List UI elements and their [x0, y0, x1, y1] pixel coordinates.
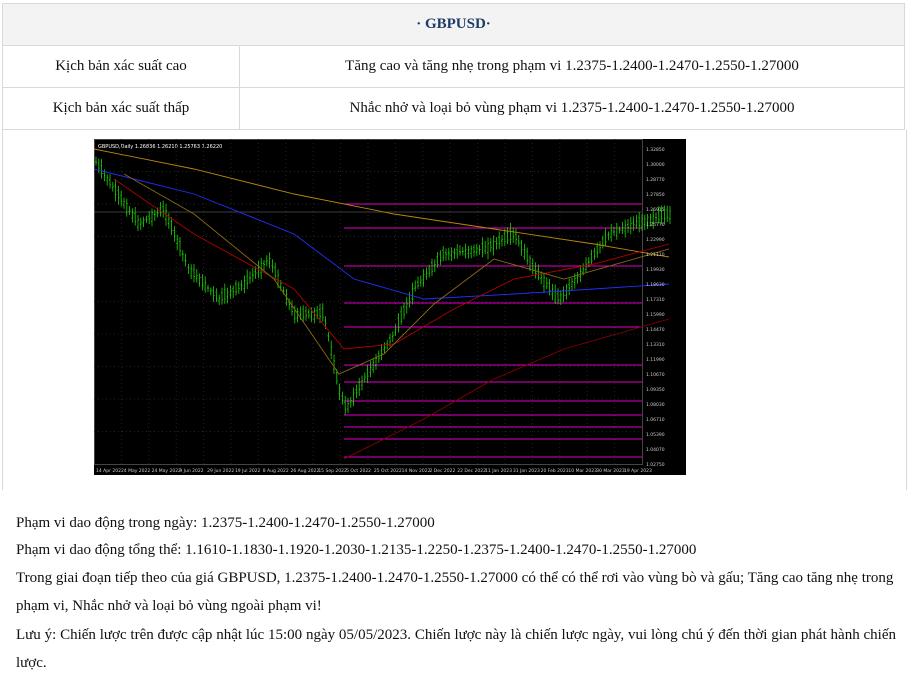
- price-axis-label: 1.18630: [646, 282, 665, 288]
- moving-average-medium: [94, 168, 670, 300]
- date-axis-label: 31 Jan 2023: [513, 468, 540, 474]
- price-axis-label: 1.25770: [646, 222, 665, 228]
- date-axis-label: 19 Apr 2023: [624, 468, 652, 474]
- price-chart: GBPUSD,Daily 1.26836 1.26210 1.25763 1.2…: [94, 139, 686, 475]
- date-axis-label: 4 May 2022: [124, 468, 151, 474]
- price-axis-label: 1.04070: [646, 447, 665, 453]
- date-axis-label: 11 Jan 2023: [485, 468, 512, 474]
- note-text: Lưu ý: Chiến lược trên được cập nhật lúc…: [16, 627, 896, 671]
- price-axis-label: 1.13310: [646, 342, 665, 348]
- price-axis-label: 1.14470: [646, 327, 665, 333]
- date-axis-label: 30 Mar 2023: [596, 468, 625, 474]
- date-axis-label: 26 Aug 2022: [291, 468, 320, 474]
- date-axis-label: 22 Dec 2022: [457, 468, 486, 474]
- table-header-row: · GBPUSD·: [2, 3, 905, 46]
- date-axis-label: 25 Oct 2022: [374, 468, 402, 474]
- date-axis-label: 24 May 2022: [152, 468, 181, 474]
- date-axis-label: 5 Oct 2022: [346, 468, 371, 474]
- table-row-low-probability: Kịch bản xác suất thấp Nhắc nhở và loại …: [2, 87, 905, 130]
- date-axis-label: 15 Sep 2022: [318, 468, 347, 474]
- table-title: · GBPUSD·: [2, 3, 905, 46]
- outlook-text: Trong giai đoạn tiếp theo của giá GBPUSD…: [16, 570, 894, 614]
- scenario-label: Kịch bản xác suất thấp: [2, 87, 240, 130]
- date-axis-label: 14 Nov 2022: [402, 468, 431, 474]
- date-axis-label: 19 Jul 2022: [235, 468, 261, 474]
- date-axis-label: 2 Dec 2022: [429, 468, 455, 474]
- price-axis-label: 1.17310: [646, 297, 665, 303]
- price-axis-label: 1.02750: [646, 462, 665, 468]
- scenario-value: Tăng cao và tăng nhẹ trong phạm vi 1.237…: [239, 45, 905, 88]
- price-axis-label: 1.19930: [646, 267, 665, 273]
- price-axis-label: 1.30000: [646, 162, 665, 168]
- date-axis-label: 29 Jun 2022: [207, 468, 234, 474]
- date-axis-label: 14 Apr 2022: [96, 468, 124, 474]
- price-axis-label: 1.32850: [646, 147, 665, 153]
- price-chart-svg: GBPUSD,Daily 1.26836 1.26210 1.25763 1.2…: [94, 139, 671, 474]
- date-axis-label: 20 Feb 2023: [541, 468, 569, 474]
- strategy-table: · GBPUSD· Kịch bản xác suất cao Tăng cao…: [2, 3, 905, 130]
- price-axis-label: 1.09350: [646, 387, 665, 393]
- price-axis-label: 1.10670: [646, 372, 665, 378]
- scenario-value: Nhắc nhở và loại bỏ vùng phạm vi 1.2375-…: [239, 87, 905, 130]
- price-axis-label: 1.27850: [646, 192, 665, 198]
- overall-range-text: Phạm vi dao động tổng thể: 1.1610-1.1830…: [16, 542, 697, 558]
- date-axis-label: 10 Mar 2023: [568, 468, 597, 474]
- daily-range-text: Phạm vi dao động trong ngày: 1.2375-1.24…: [16, 515, 435, 531]
- date-axis-label: 9 Jun 2022: [179, 468, 203, 474]
- scenario-label: Kịch bản xác suất cao: [2, 45, 240, 88]
- price-axis-label: 1.06710: [646, 417, 665, 423]
- price-axis-label: 1.22990: [646, 237, 665, 243]
- price-axis-label: 1.05390: [646, 432, 665, 438]
- table-row-high-probability: Kịch bản xác suất cao Tăng cao và tăng n…: [2, 45, 905, 88]
- price-axis-label: 1.26915: [646, 207, 665, 213]
- price-axis-label: 1.21110: [646, 252, 665, 258]
- price-axis-label: 1.11990: [646, 357, 665, 363]
- price-axis-label: 1.15990: [646, 312, 665, 318]
- date-axis-label: 8 Aug 2022: [263, 468, 289, 474]
- price-axis-label: 1.28770: [646, 177, 665, 183]
- price-axis-label: 1.08030: [646, 402, 665, 408]
